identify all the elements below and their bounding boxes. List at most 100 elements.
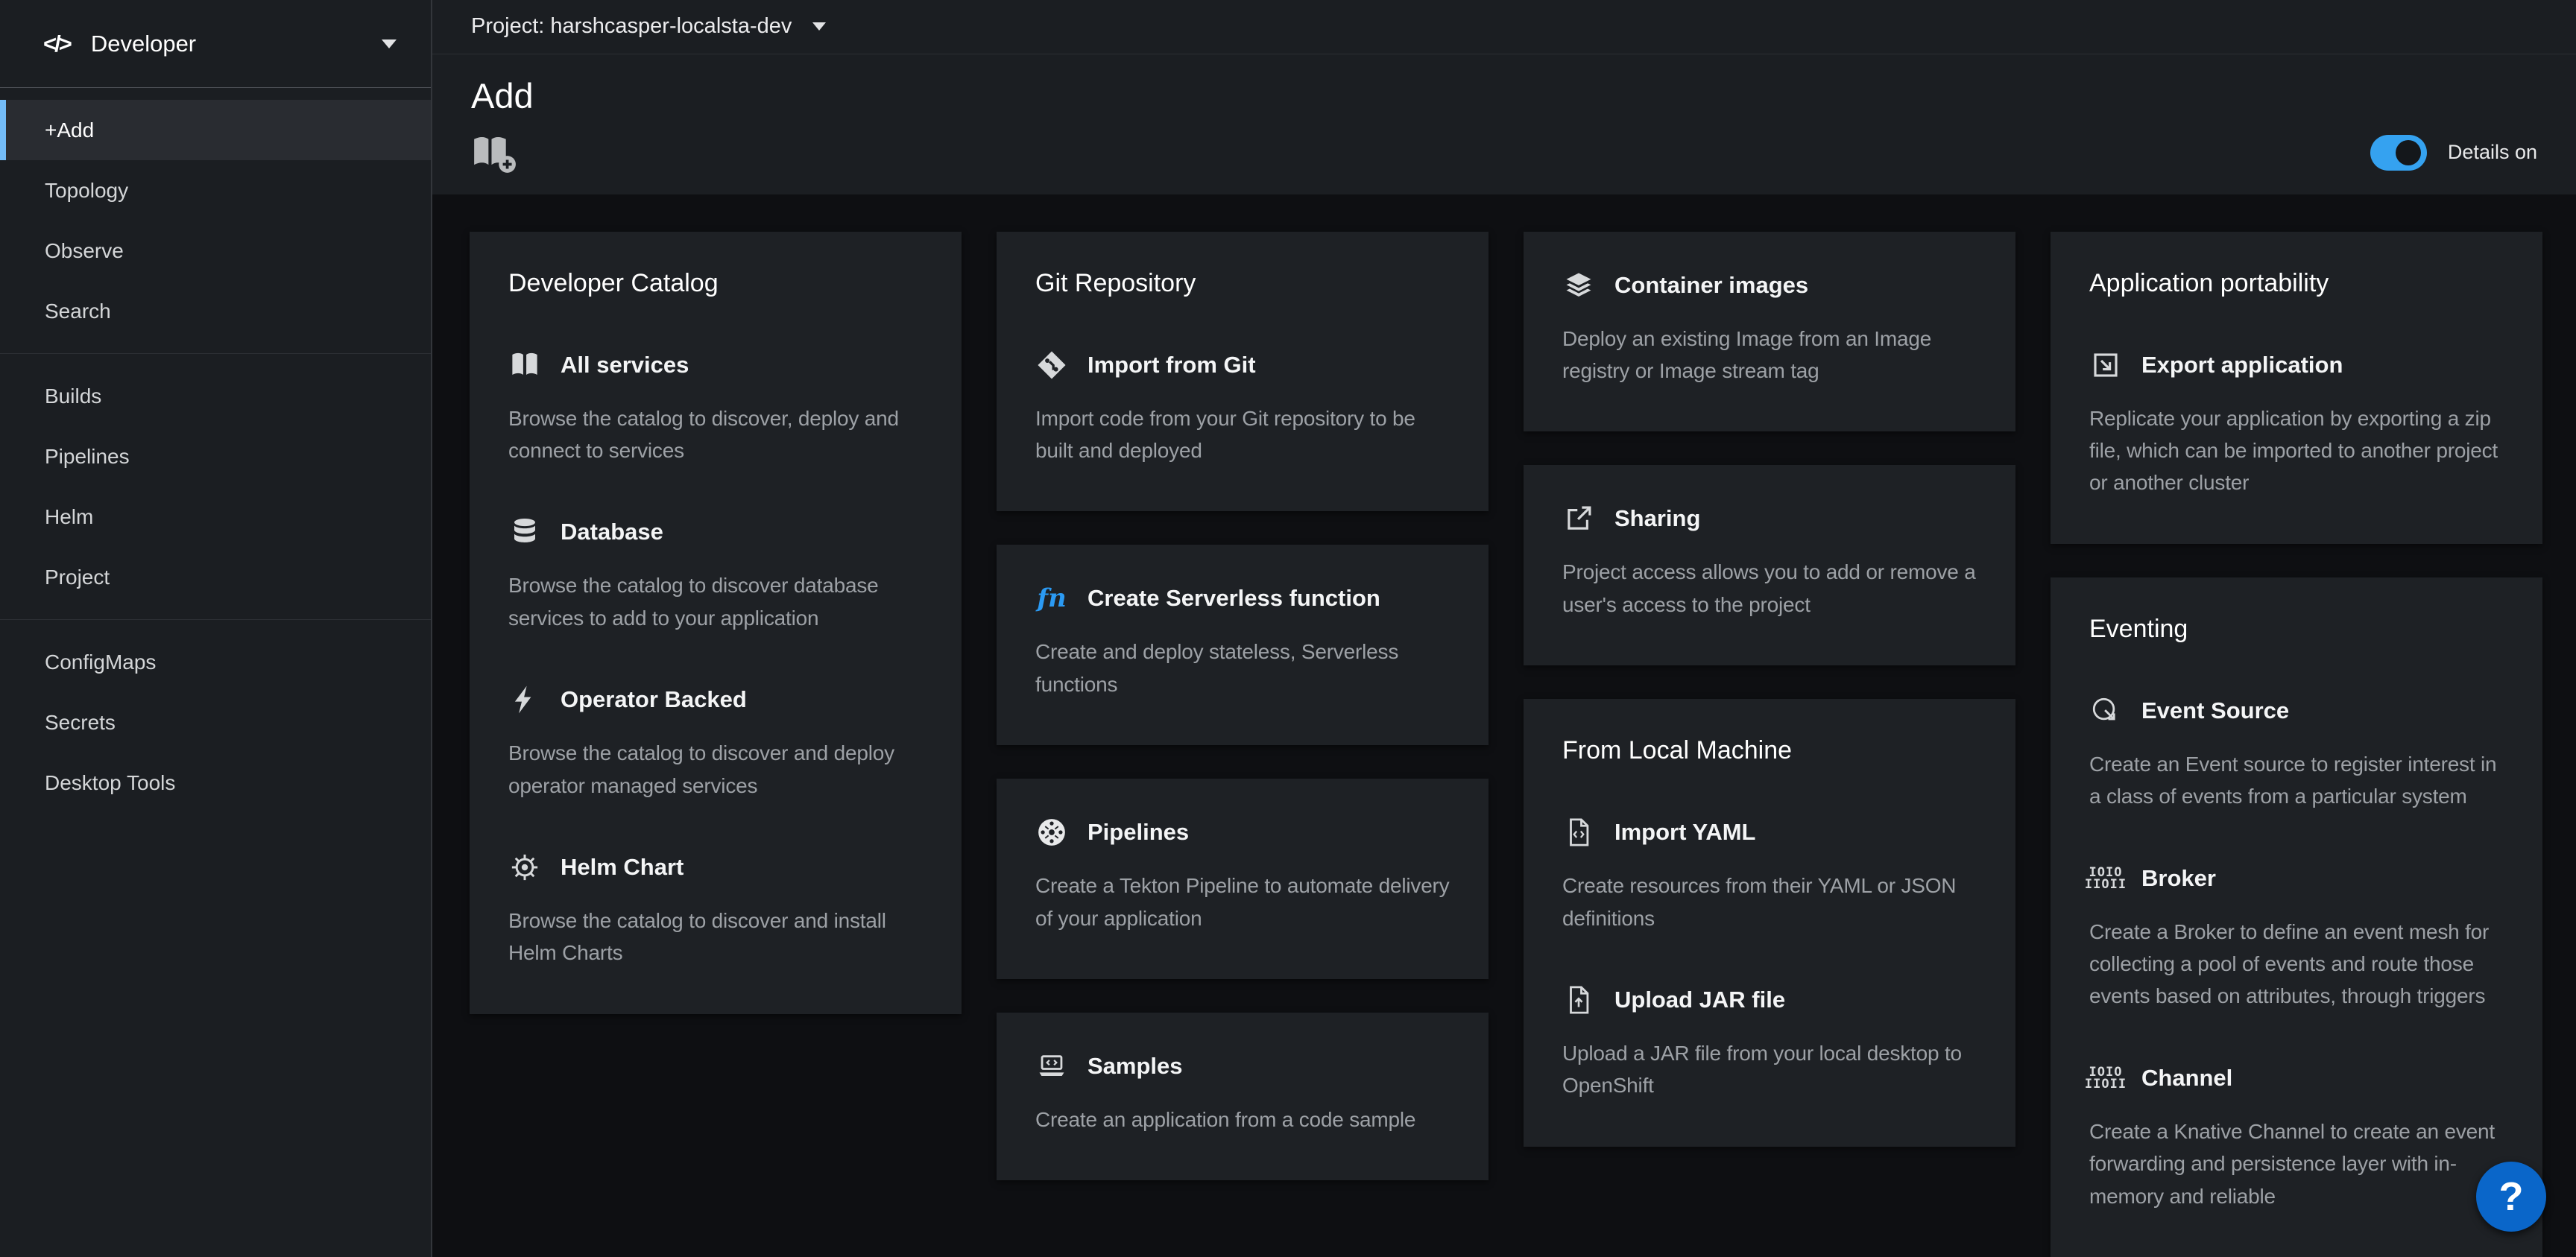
details-toggle-label: Details on bbox=[2448, 141, 2537, 164]
card-developer-catalog: Developer Catalog All services Browse th… bbox=[470, 232, 962, 1014]
item-description: Browse the catalog to discover, deploy a… bbox=[508, 402, 923, 467]
add-item-samples[interactable]: Samples Create an application from a cod… bbox=[1035, 1050, 1450, 1136]
item-title: Event Source bbox=[2141, 697, 2289, 724]
card-eventing: Eventing Event Source Create an Event so… bbox=[2051, 577, 2542, 1257]
item-description: Create an application from a code sample bbox=[1035, 1104, 1450, 1136]
item-description: Browse the catalog to discover and insta… bbox=[508, 905, 923, 969]
item-title: Pipelines bbox=[1087, 819, 1189, 846]
database-icon bbox=[508, 516, 541, 548]
card-title: Developer Catalog bbox=[508, 269, 923, 298]
page-title: Add bbox=[471, 75, 2537, 116]
add-item-export-application[interactable]: Export application Replicate your applic… bbox=[2089, 349, 2504, 499]
card-column-4: Application portability Export applicati… bbox=[2051, 232, 2542, 1257]
card-pipelines: Pipelines Create a Tekton Pipeline to au… bbox=[997, 779, 1489, 979]
item-description: Project access allows you to add or remo… bbox=[1562, 556, 1977, 621]
sidebar-item-desktop-tools[interactable]: Desktop Tools bbox=[0, 753, 431, 813]
sidebar-item-pipelines[interactable]: Pipelines bbox=[0, 426, 431, 487]
code-icon: </> bbox=[43, 31, 70, 57]
sidebar-item-observe[interactable]: Observe bbox=[0, 221, 431, 281]
item-description: Create a Tekton Pipeline to automate del… bbox=[1035, 870, 1450, 934]
card-application-portability: Application portability Export applicati… bbox=[2051, 232, 2542, 544]
sidebar-item-builds[interactable]: Builds bbox=[0, 366, 431, 426]
layers-icon bbox=[1562, 269, 1595, 302]
sidebar-item-search[interactable]: Search bbox=[0, 281, 431, 341]
nav-group-main: +Add Topology Observe Search bbox=[0, 88, 431, 354]
details-toggle-group: Details on bbox=[2370, 135, 2537, 171]
event-source-icon bbox=[2089, 694, 2122, 727]
sidebar-item-secrets[interactable]: Secrets bbox=[0, 692, 431, 753]
binary-icon: IOIOIIOII bbox=[2089, 1062, 2122, 1095]
details-toggle-switch[interactable] bbox=[2370, 135, 2427, 171]
add-item-database[interactable]: Database Browse the catalog to discover … bbox=[508, 516, 923, 634]
add-item-channel[interactable]: IOIOIIOII Channel Create a Knative Chann… bbox=[2089, 1062, 2504, 1212]
card-title: Application portability bbox=[2089, 269, 2504, 298]
item-description: Create a Knative Channel to create an ev… bbox=[2089, 1115, 2504, 1212]
card-column-1: Developer Catalog All services Browse th… bbox=[470, 232, 962, 1014]
add-item-all-services[interactable]: All services Browse the catalog to disco… bbox=[508, 349, 923, 467]
page-header: Add Details on bbox=[432, 54, 2576, 194]
card-from-local-machine: From Local Machine Import YAML Create re… bbox=[1524, 699, 2015, 1147]
sidebar-item-add[interactable]: +Add bbox=[0, 100, 431, 160]
item-title: Sharing bbox=[1614, 505, 1700, 532]
laptop-code-icon bbox=[1035, 1050, 1068, 1083]
sidebar-item-configmaps[interactable]: ConfigMaps bbox=[0, 632, 431, 692]
add-item-helm-chart[interactable]: Helm Chart Browse the catalog to discove… bbox=[508, 851, 923, 969]
question-mark-icon: ? bbox=[2499, 1174, 2524, 1220]
add-item-broker[interactable]: IOIOIIOII Broker Create a Broker to defi… bbox=[2089, 862, 2504, 1013]
sidebar-item-helm[interactable]: Helm bbox=[0, 487, 431, 547]
add-item-event-source[interactable]: Event Source Create an Event source to r… bbox=[2089, 694, 2504, 813]
card-column-2: Git Repository Import from Git Import co… bbox=[997, 232, 1489, 1181]
helm-icon bbox=[508, 851, 541, 884]
main-area: Project: harshcasper-localsta-dev Add De… bbox=[432, 0, 2576, 1257]
chevron-down-icon bbox=[382, 39, 397, 48]
bolt-icon bbox=[508, 683, 541, 716]
add-item-pipelines[interactable]: Pipelines Create a Tekton Pipeline to au… bbox=[1035, 816, 1450, 934]
chevron-down-icon bbox=[812, 22, 826, 31]
file-code-icon bbox=[1562, 816, 1595, 849]
item-title: Helm Chart bbox=[561, 854, 684, 881]
item-description: Import code from your Git repository to … bbox=[1035, 402, 1450, 467]
card-container-images: Container images Deploy an existing Imag… bbox=[1524, 232, 2015, 432]
project-bar: Project: harshcasper-localsta-dev bbox=[432, 0, 2576, 54]
nav-group-config: ConfigMaps Secrets Desktop Tools bbox=[0, 620, 431, 825]
book-plus-icon[interactable] bbox=[471, 134, 517, 177]
card-title: Git Repository bbox=[1035, 269, 1450, 298]
file-upload-icon bbox=[1562, 984, 1595, 1016]
card-title: Eventing bbox=[2089, 615, 2504, 644]
item-title: Database bbox=[561, 519, 663, 545]
item-title: Channel bbox=[2141, 1065, 2232, 1092]
add-item-import-yaml[interactable]: Import YAML Create resources from their … bbox=[1562, 816, 1977, 934]
card-column-3: Container images Deploy an existing Imag… bbox=[1524, 232, 2015, 1147]
card-serverless-function: fn Create Serverless function Create and… bbox=[997, 545, 1489, 745]
item-title: Container images bbox=[1614, 272, 1808, 299]
book-icon bbox=[508, 349, 541, 381]
card-git-repository: Git Repository Import from Git Import co… bbox=[997, 232, 1489, 512]
sidebar-item-topology[interactable]: Topology bbox=[0, 160, 431, 221]
add-item-import-from-git[interactable]: Import from Git Import code from your Gi… bbox=[1035, 349, 1450, 467]
add-item-create-serverless-function[interactable]: fn Create Serverless function Create and… bbox=[1035, 582, 1450, 700]
item-title: Import from Git bbox=[1087, 352, 1256, 379]
item-title: All services bbox=[561, 352, 689, 379]
card-title: From Local Machine bbox=[1562, 736, 1977, 765]
add-item-operator-backed[interactable]: Operator Backed Browse the catalog to di… bbox=[508, 683, 923, 802]
add-item-container-images[interactable]: Container images Deploy an existing Imag… bbox=[1562, 269, 1977, 387]
card-samples: Samples Create an application from a cod… bbox=[997, 1013, 1489, 1180]
project-selector[interactable]: Project: harshcasper-localsta-dev bbox=[471, 14, 792, 39]
help-button[interactable]: ? bbox=[2476, 1162, 2546, 1232]
item-description: Create resources from their YAML or JSON… bbox=[1562, 870, 1977, 934]
item-description: Create a Broker to define an event mesh … bbox=[2089, 916, 2504, 1013]
nav-group-resources: Builds Pipelines Helm Project bbox=[0, 354, 431, 620]
add-page-card-grid: Developer Catalog All services Browse th… bbox=[432, 194, 2576, 1257]
perspective-switcher[interactable]: </> Developer bbox=[0, 0, 431, 88]
sidebar-item-project[interactable]: Project bbox=[0, 547, 431, 607]
item-title: Import YAML bbox=[1614, 819, 1755, 846]
item-description: Create and deploy stateless, Serverless … bbox=[1035, 636, 1450, 700]
toggle-knob bbox=[2396, 140, 2421, 165]
item-description: Create an Event source to register inter… bbox=[2089, 748, 2504, 813]
item-description: Replicate your application by exporting … bbox=[2089, 402, 2504, 499]
sidebar: </> Developer +Add Topology Observe Sear… bbox=[0, 0, 432, 1257]
binary-icon: IOIOIIOII bbox=[2089, 862, 2122, 895]
add-item-sharing[interactable]: Sharing Project access allows you to add… bbox=[1562, 502, 1977, 621]
add-item-upload-jar-file[interactable]: Upload JAR file Upload a JAR file from y… bbox=[1562, 984, 1977, 1102]
item-description: Upload a JAR file from your local deskto… bbox=[1562, 1037, 1977, 1102]
